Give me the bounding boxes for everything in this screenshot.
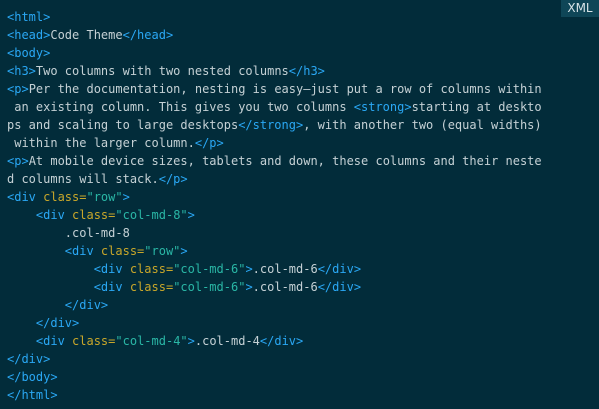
code-token-text: At mobile device sizes, tablets and down… — [28, 154, 542, 168]
code-line: <p>At mobile device sizes, tablets and d… — [7, 152, 587, 170]
code-token-text: within the larger column. — [7, 136, 195, 150]
code-token-string: "row" — [144, 244, 181, 258]
code-token-tag: </p> — [194, 136, 224, 150]
code-token-text: .col-md-6 — [252, 262, 318, 276]
code-token-tag: <head> — [7, 28, 51, 42]
code-panel: XML <html> <head>Code Theme</head> <body> <… — [0, 0, 599, 409]
code-token-tag: <html> — [7, 10, 51, 24]
code-token-tag: </div> — [317, 280, 362, 294]
code-token-text: Per the documentation, nesting is easy—j… — [28, 82, 542, 96]
code-token-tag: </body> — [7, 370, 58, 384]
code-token-string: "row" — [86, 190, 123, 204]
code-token-tag: </h3> — [288, 64, 325, 78]
code-line: ps and scaling to large desktops</strong… — [7, 116, 587, 134]
code-token-tag: <p> — [7, 82, 29, 96]
code-token-tag: <body> — [7, 46, 51, 60]
code-line: <div class="col-md-4">.col-md-4</div> — [7, 332, 587, 350]
code-token-attribute: class= — [72, 208, 116, 222]
code-token-attribute: class= — [129, 262, 174, 276]
code-token-tag: <div — [7, 190, 44, 204]
code-token-tag: </strong> — [238, 118, 304, 132]
code-token-tag: <div — [64, 244, 101, 258]
code-token-text: an existing column. This gives you two c… — [7, 100, 354, 114]
code-line: <head>Code Theme</head> — [7, 26, 587, 44]
code-token-text: Code Theme — [50, 28, 123, 42]
code-token-tag: </div> — [35, 316, 80, 330]
code-token-text: ps and scaling to large desktops — [7, 118, 239, 132]
code-token-tag: > — [187, 334, 195, 348]
code-token-tag: > — [187, 208, 195, 222]
code-token-tag: </p> — [158, 172, 188, 186]
code-token-string: "col-md-8" — [115, 208, 188, 222]
code-token-tag: </div> — [317, 262, 362, 276]
code-token-text: .col-md-6 — [252, 280, 318, 294]
code-token-tag: <div — [93, 262, 130, 276]
code-token-tag: <strong> — [353, 100, 412, 114]
code-token-tag: > — [245, 262, 253, 276]
code-token-attribute: class= — [100, 244, 145, 258]
code-token-text: .col-md-4 — [194, 334, 260, 348]
code-token-attribute: class= — [129, 280, 174, 294]
code-line: an existing column. This gives you two c… — [7, 98, 587, 116]
code-token-text: starting at deskto — [411, 100, 542, 114]
code-block: <html> <head>Code Theme</head> <body> <h3>T… — [7, 8, 587, 404]
code-line: <body> — [7, 44, 587, 62]
code-token-attribute: class= — [43, 190, 87, 204]
code-token-text: , with another two (equal widths) — [303, 118, 542, 132]
code-token-tag: <div — [93, 280, 130, 294]
code-line: <h3>Two columns with two nested columns<… — [7, 62, 587, 80]
code-line: <p>Per the documentation, nesting is eas… — [7, 80, 587, 98]
code-token-tag: <h3> — [7, 64, 36, 78]
code-line: </div> — [7, 296, 587, 314]
code-line: </div> — [7, 314, 587, 332]
code-token-tag: </div> — [64, 298, 109, 312]
code-token-tag: </div> — [259, 334, 304, 348]
code-token-string: "col-md-4" — [115, 334, 188, 348]
code-line: within the larger column.</p> — [7, 134, 587, 152]
code-line: <div class="col-md-6">.col-md-6</div> — [7, 260, 587, 278]
code-token-tag: > — [180, 244, 188, 258]
code-line: .col-md-8 — [7, 224, 587, 242]
code-token-tag: <div — [35, 334, 73, 348]
code-token-tag: </head> — [122, 28, 174, 42]
code-token-tag: </div> — [7, 352, 51, 366]
code-token-tag: > — [122, 190, 130, 204]
code-line: <div class="col-md-6">.col-md-6</div> — [7, 278, 587, 296]
code-line: d columns will stack.</p> — [7, 170, 587, 188]
code-line: <div class="row"> — [7, 188, 587, 206]
code-token-tag: </html> — [7, 388, 58, 402]
code-token-tag: > — [245, 280, 253, 294]
code-token-string: "col-md-6" — [173, 280, 246, 294]
code-token-text: .col-md-8 — [7, 226, 130, 240]
code-line: <div class="row"> — [7, 242, 587, 260]
code-token-attribute: class= — [72, 334, 116, 348]
code-line: <html> — [7, 8, 587, 26]
code-token-tag: <p> — [7, 154, 29, 168]
code-token-text: Two columns with two nested columns — [35, 64, 289, 78]
code-token-string: "col-md-6" — [173, 262, 246, 276]
code-line: </div> — [7, 350, 587, 368]
code-token-tag: <div — [35, 208, 73, 222]
code-token-text: d columns will stack. — [7, 172, 159, 186]
code-line: <div class="col-md-8"> — [7, 206, 587, 224]
code-line: </html> — [7, 386, 587, 404]
code-line: </body> — [7, 368, 587, 386]
